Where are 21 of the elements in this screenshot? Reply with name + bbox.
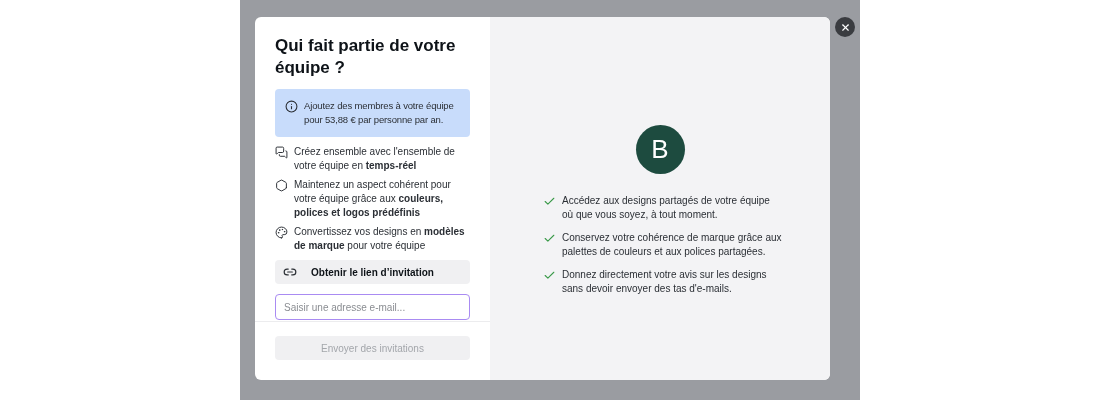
close-button[interactable] — [835, 17, 855, 37]
feature-text: Créez ensemble avec l'ensemble de votre équipe en temps-réel — [294, 145, 456, 173]
close-icon — [839, 21, 851, 33]
benefit-text: Donnez directement votre avis sur les designs sans devoir envoyer des tas d'e-mails. — [562, 268, 768, 296]
hexagon-icon — [275, 179, 288, 192]
info-icon — [285, 100, 298, 113]
check-icon — [543, 269, 556, 282]
check-icon — [543, 232, 556, 245]
chat-bubbles-icon — [275, 146, 288, 159]
email-field[interactable]: Saisir une adresse e-mail... — [275, 294, 470, 320]
dialog-title: Qui fait partie de votre équipe ? — [275, 35, 457, 79]
benefit-text: Accédez aux designs partagés de votre équipe où que vous soyez, à tout moment. — [562, 194, 771, 222]
link-icon — [283, 265, 297, 279]
invite-link-button[interactable]: Obtenir le lien d’invitation — [275, 260, 470, 284]
feature-text: Convertissez vos designs en modèles de marque pour votre équipe — [294, 225, 466, 253]
feature-text: Maintenez un aspect cohérent pour votre équipe grâce aux couleurs, polices et logos prédéfinis — [294, 178, 452, 220]
benefit-text: Conservez votre cohérence de marque grâce aux palettes de couleurs et aux polices partagées. — [562, 231, 783, 259]
palette-icon — [275, 226, 288, 239]
check-icon — [543, 195, 556, 208]
banner-text: Ajoutez des membres à votre équipe pour 53,88 € par personne par an. — [304, 99, 455, 127]
avatar: B — [635, 125, 685, 174]
